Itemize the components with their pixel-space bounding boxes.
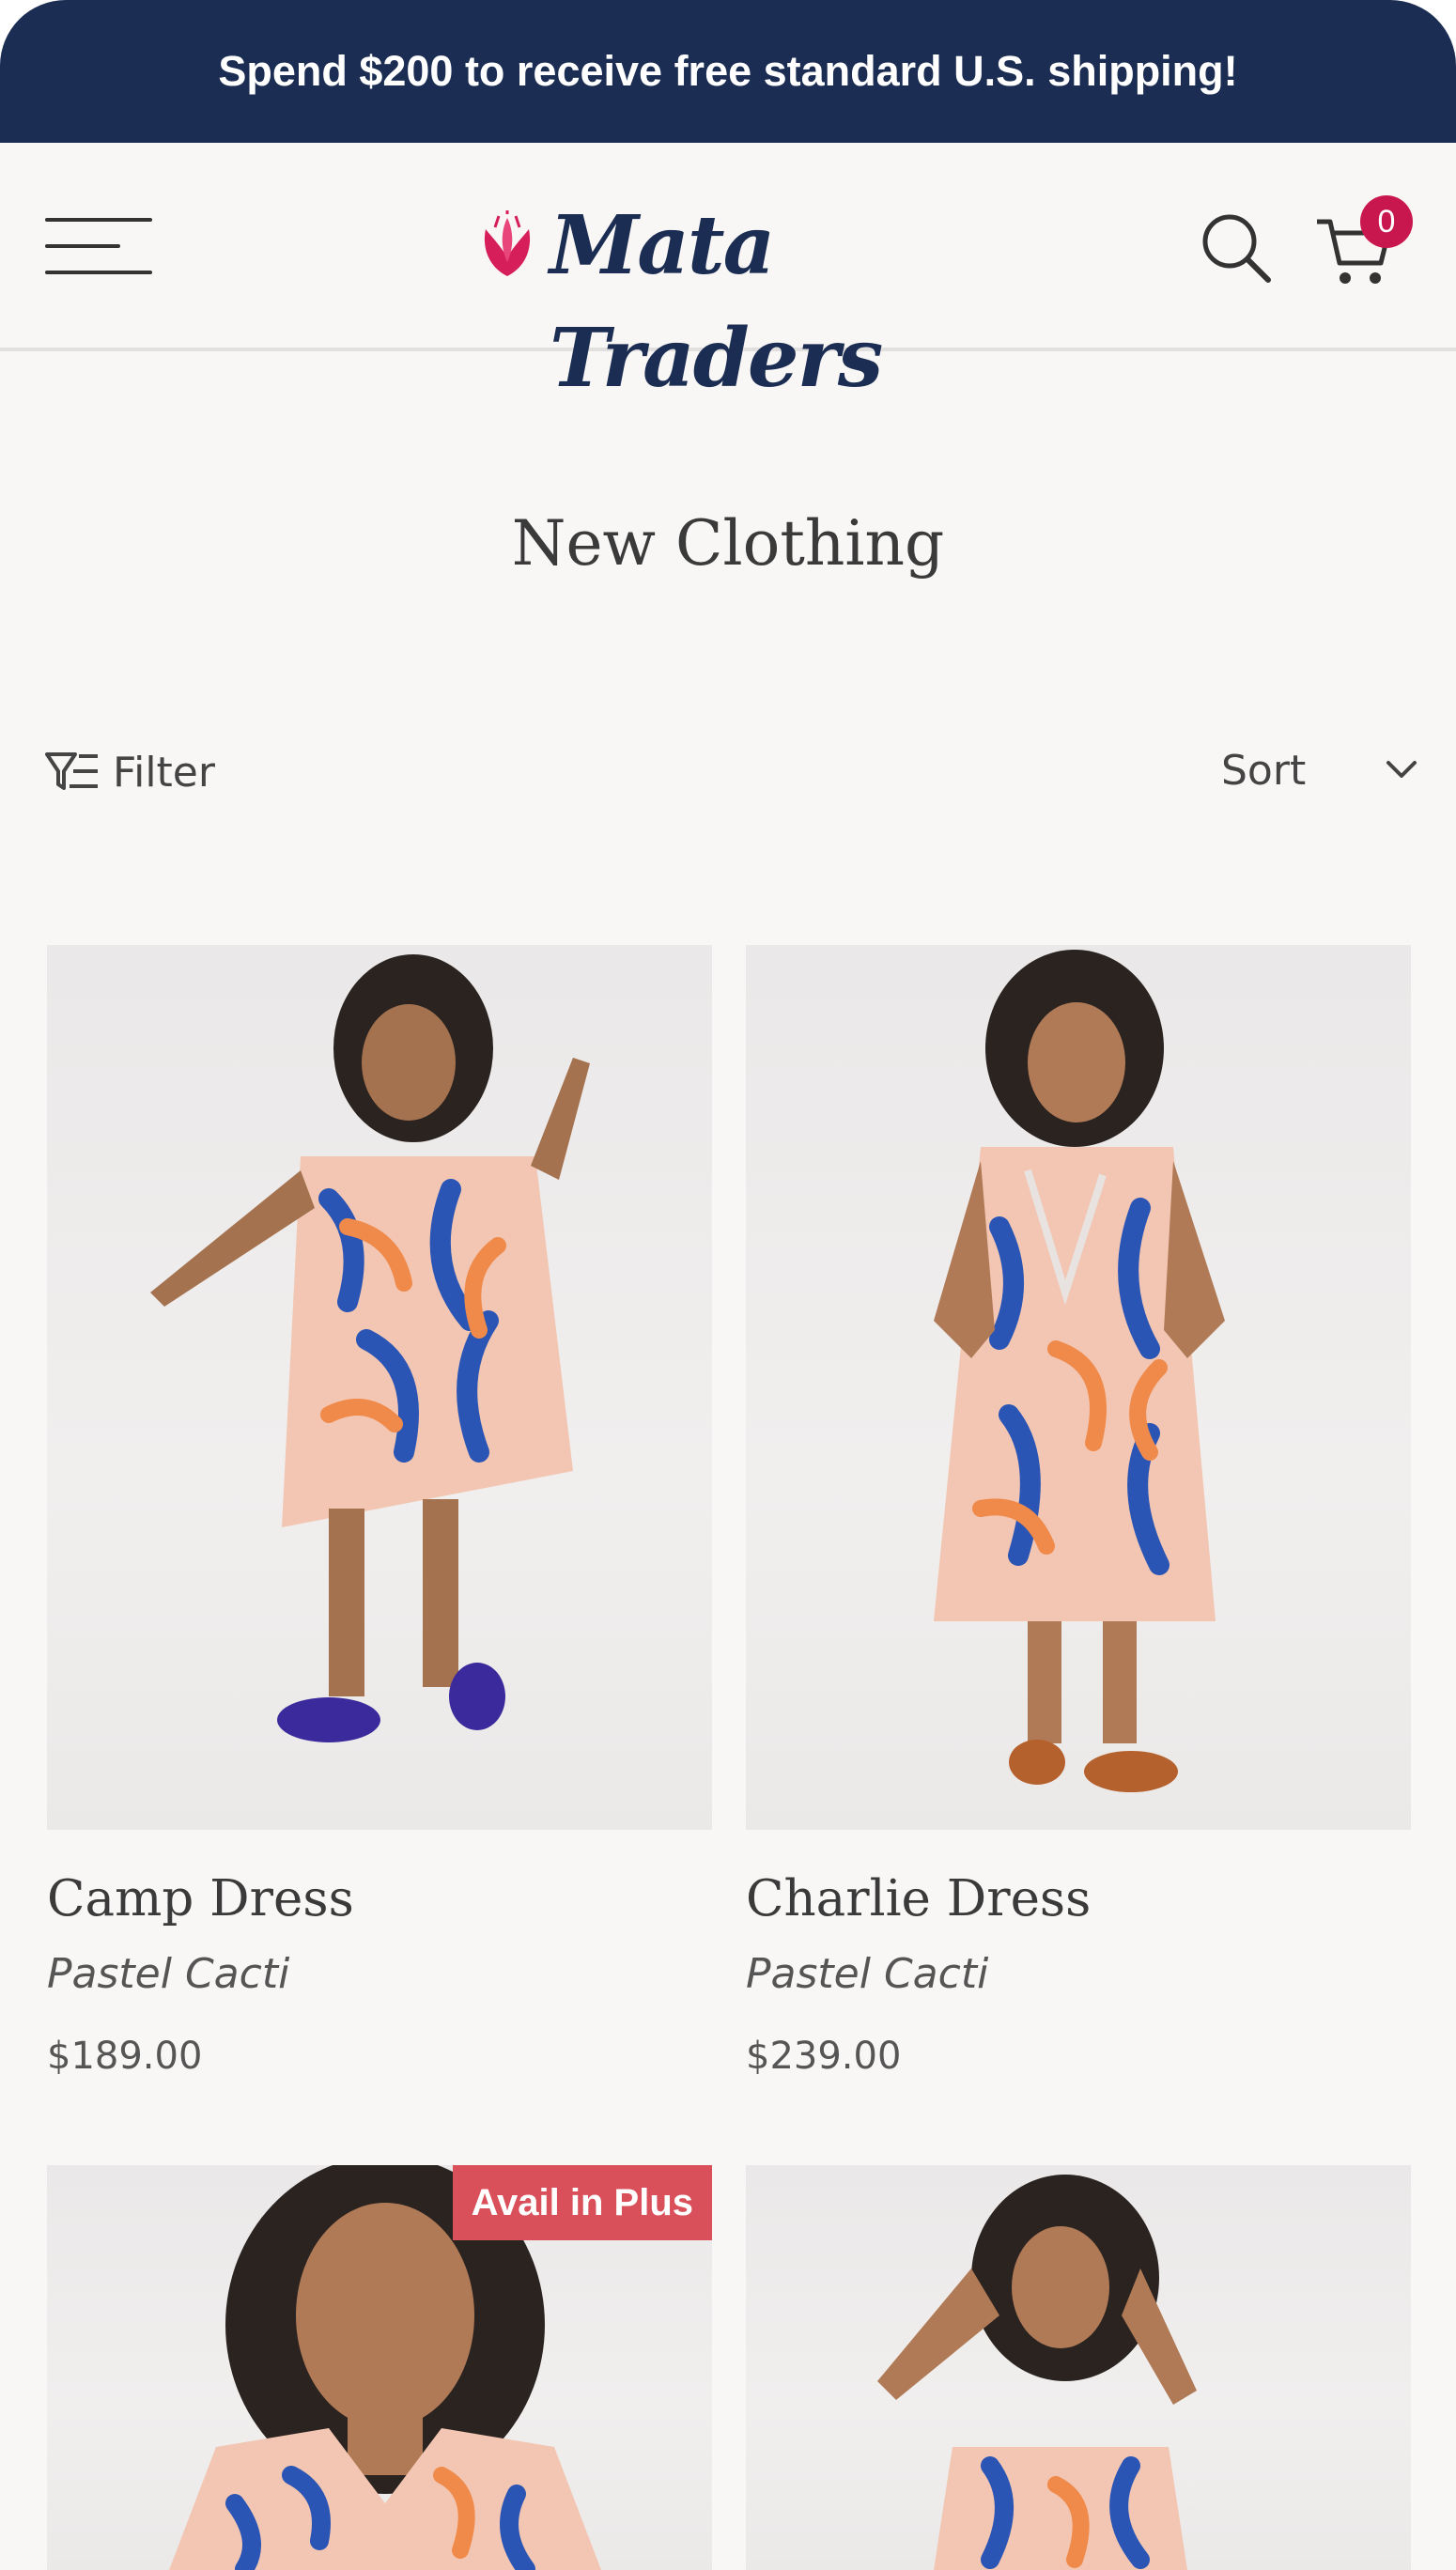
cart-count: 0 [1377, 203, 1396, 240]
menu-button[interactable] [45, 218, 152, 274]
product-variant: Pastel Cacti [47, 1950, 290, 1998]
announcement-text: Spend $200 to receive free standard U.S.… [218, 47, 1238, 95]
page-frame: Spend $200 to receive free standard U.S.… [0, 0, 1456, 2570]
hamburger-menu-icon [45, 244, 120, 248]
search-button[interactable] [1199, 210, 1274, 286]
filter-button[interactable]: Filter [45, 744, 215, 800]
cart-count-badge: 0 [1360, 195, 1413, 248]
lotus-flower-icon [484, 210, 531, 276]
cart-button[interactable]: 0 [1313, 195, 1417, 289]
product-photo [934, 950, 1225, 1792]
sort-label: Sort [1221, 746, 1307, 795]
search-icon [1202, 214, 1271, 283]
announcement-bar: Spend $200 to receive free standard U.S.… [0, 0, 1456, 143]
product-photo [877, 2175, 1197, 2570]
product-variant: Pastel Cacti [746, 1950, 989, 1998]
product-image[interactable]: Avail in Plus [47, 2165, 712, 2570]
product-image[interactable] [47, 945, 712, 1830]
product-price: $239.00 [746, 2035, 902, 2078]
product-image[interactable] [746, 2165, 1411, 2570]
product-card[interactable]: Charlie Dress Pastel Cacti $239.00 [746, 945, 1411, 2110]
hamburger-menu-icon [45, 218, 152, 222]
filter-label: Filter [113, 748, 215, 797]
site-logo[interactable]: Mata Traders [474, 190, 982, 406]
product-name[interactable]: Charlie Dress [746, 1870, 1411, 1928]
product-photo [150, 954, 590, 1742]
avail-in-plus-badge: Avail in Plus [452, 2165, 712, 2240]
hamburger-menu-icon [45, 271, 152, 274]
product-image[interactable] [746, 945, 1411, 1830]
product-card[interactable]: Avail in Plus [47, 2165, 712, 2570]
site-header: Mata Traders 0 [0, 143, 1456, 406]
sort-dropdown[interactable]: Sort [1221, 742, 1418, 798]
logo-text: Mata Traders [550, 198, 883, 406]
product-card[interactable]: Camp Dress Pastel Cacti $189.00 [47, 945, 712, 2110]
product-price: $189.00 [47, 2035, 203, 2078]
chevron-down-icon [1386, 761, 1417, 778]
filter-icon [45, 752, 98, 790]
badge-label: Avail in Plus [471, 2181, 693, 2223]
page-title: New Clothing [511, 507, 945, 580]
product-name[interactable]: Camp Dress [47, 1870, 712, 1928]
product-card[interactable] [746, 2165, 1411, 2570]
